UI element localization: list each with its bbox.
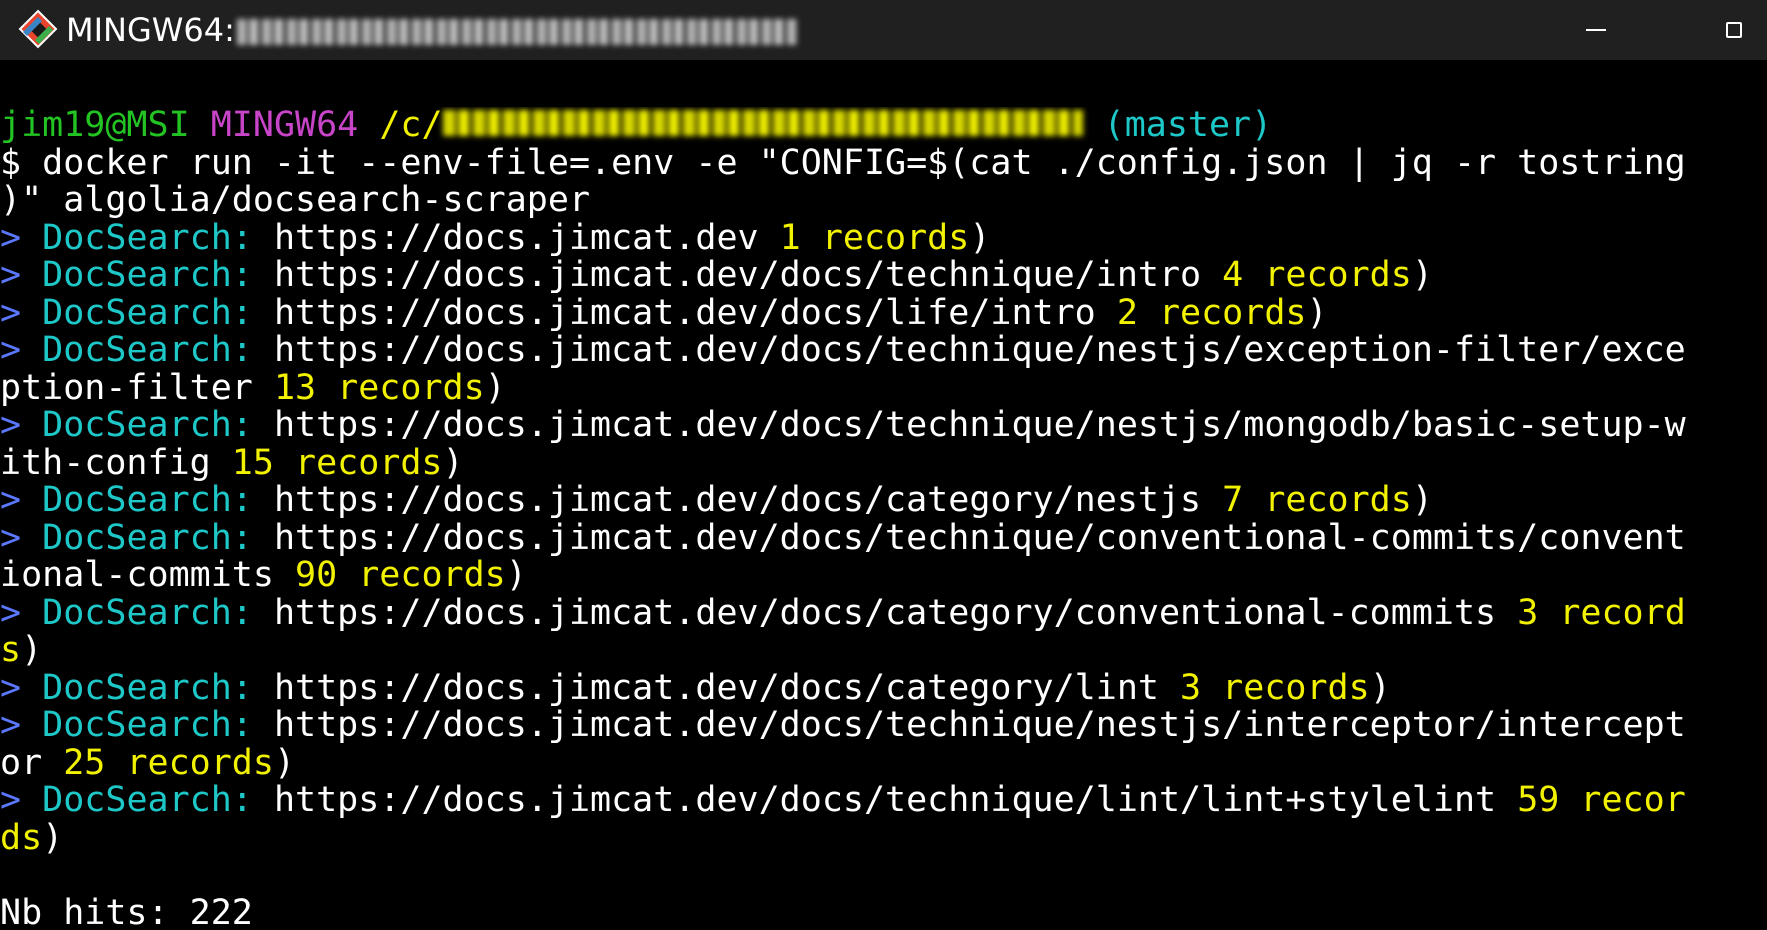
record-count: 59 recor (1496, 782, 1686, 820)
window-title: MINGW64: (66, 0, 797, 60)
close-paren: ) (969, 219, 991, 257)
output-marker: > (0, 407, 22, 445)
command-line: $ docker run -it --env-file=.env -e "CON… (0, 144, 1686, 182)
title-bar[interactable]: MINGW64: (0, 0, 1767, 60)
prompt-line: jim19@MSI MINGW64 /c/ (master) (0, 107, 1767, 145)
record-count: 3 records (1158, 669, 1370, 707)
output-line-wrap: or 25 records) (0, 745, 1767, 783)
output-line-wrap: ional-commits 90 records) (0, 557, 1767, 595)
output-marker: > (0, 257, 22, 295)
close-paren: ) (484, 369, 506, 407)
terminal-window: MINGW64: jim19@MSI MINGW64 /c/ (master) … (0, 0, 1767, 930)
prompt-branch: (master) (1103, 107, 1273, 145)
record-count: 2 records (1095, 294, 1307, 332)
output-marker: > (0, 482, 22, 520)
docsearch-label: DocSearch: (42, 294, 253, 332)
crawled-url: https://docs.jimcat.dev/docs/technique/n… (252, 707, 1686, 745)
crawled-url: https://docs.jimcat.dev (252, 219, 759, 257)
crawled-url: https://docs.jimcat.dev/docs/technique/n… (252, 332, 1686, 370)
output-marker: > (0, 519, 22, 557)
docsearch-label: DocSearch: (42, 782, 253, 820)
crawled-url: https://docs.jimcat.dev/docs/technique/l… (252, 782, 1497, 820)
output-line: > DocSearch: https://docs.jimcat.dev/doc… (0, 257, 1767, 295)
prompt-path: /c/ (379, 107, 443, 145)
crawled-url-continued: ith-config (0, 444, 211, 482)
record-count: 3 record (1496, 594, 1686, 632)
output-marker: > (0, 294, 22, 332)
output-line: > DocSearch: https://docs.jimcat.dev/doc… (0, 707, 1767, 745)
output-line-wrap: ds) (0, 820, 1767, 858)
record-count: 13 records (252, 369, 485, 407)
summary-line: Nb hits: 222 (0, 894, 253, 930)
output-marker: > (0, 782, 22, 820)
crawled-url-continued: or (0, 744, 43, 782)
crawled-url: https://docs.jimcat.dev/docs/technique/n… (252, 407, 1686, 445)
output-marker: > (0, 669, 22, 707)
crawled-url-continued: ption-filter (0, 369, 253, 407)
maximize-button[interactable] (1704, 0, 1764, 60)
output-line: > DocSearch: https://docs.jimcat.dev/doc… (0, 407, 1767, 445)
crawled-url: https://docs.jimcat.dev/docs/category/ne… (252, 482, 1202, 520)
record-count-continued: s (0, 632, 22, 670)
crawled-url: https://docs.jimcat.dev/docs/technique/i… (252, 257, 1202, 295)
close-paren: ) (1306, 294, 1328, 332)
output-line: > DocSearch: https://docs.jimcat.dev/doc… (0, 670, 1767, 708)
output-line: > DocSearch: https://docs.jimcat.dev/doc… (0, 295, 1767, 333)
close-paren: ) (1411, 257, 1433, 295)
crawled-url: https://docs.jimcat.dev/docs/technique/c… (252, 519, 1686, 557)
output-line-wrap: ption-filter 13 records) (0, 370, 1767, 408)
redacted-prompt-path (442, 110, 1083, 136)
close-paren: ) (1369, 669, 1391, 707)
crawled-url-continued: ional-commits (0, 557, 274, 595)
maximize-icon (1726, 22, 1742, 38)
close-paren: ) (442, 444, 464, 482)
output-marker: > (0, 332, 22, 370)
close-paren: ) (42, 819, 64, 857)
docsearch-label: DocSearch: (42, 219, 253, 257)
window-title-text: MINGW64: (66, 11, 235, 49)
output-line: > DocSearch: https://docs.jimcat.dev/doc… (0, 520, 1767, 558)
output-line: > DocSearch: https://docs.jimcat.dev/doc… (0, 782, 1767, 820)
minimize-button[interactable] (1566, 0, 1626, 60)
close-paren: ) (273, 744, 296, 782)
git-bash-icon (18, 9, 58, 49)
docsearch-label: DocSearch: (42, 407, 253, 445)
crawled-url: https://docs.jimcat.dev/docs/category/li… (252, 669, 1159, 707)
record-count: 15 records (210, 444, 443, 482)
output-marker: > (0, 594, 22, 632)
close-paren: ) (1411, 482, 1433, 520)
docsearch-label: DocSearch: (42, 669, 253, 707)
record-count-continued: ds (0, 819, 43, 857)
record-count: 25 records (42, 744, 274, 782)
record-count: 7 records (1201, 482, 1412, 520)
output-line-wrap: s) (0, 632, 1767, 670)
docsearch-label: DocSearch: (42, 482, 253, 520)
crawled-url: https://docs.jimcat.dev/docs/category/co… (252, 594, 1497, 632)
minimize-icon (1586, 29, 1606, 31)
docsearch-label: DocSearch: (42, 707, 253, 745)
record-count: 4 records (1201, 257, 1412, 295)
record-count: 1 records (758, 219, 970, 257)
output-line: > DocSearch: https://docs.jimcat.dev/doc… (0, 482, 1767, 520)
redacted-path (236, 19, 797, 45)
output-marker: > (0, 707, 22, 745)
docsearch-label: DocSearch: (42, 519, 253, 557)
docsearch-label: DocSearch: (42, 594, 253, 632)
prompt-system: MINGW64 (210, 107, 359, 145)
terminal-output[interactable]: jim19@MSI MINGW64 /c/ (master) $ docker … (0, 107, 1767, 930)
output-marker: > (0, 219, 22, 257)
docsearch-label: DocSearch: (42, 257, 253, 295)
close-paren: ) (505, 557, 527, 595)
prompt-user: jim19@MSI (0, 107, 190, 145)
output-line: > DocSearch: https://docs.jimcat.dev/doc… (0, 595, 1767, 633)
record-count: 90 records (273, 557, 506, 595)
output-line: > DocSearch: https://docs.jimcat.dev/doc… (0, 332, 1767, 370)
docsearch-label: DocSearch: (42, 332, 253, 370)
crawled-url: https://docs.jimcat.dev/docs/life/intro (252, 294, 1096, 332)
command-line-wrap: )" algolia/docsearch-scraper (0, 182, 591, 220)
output-line: > DocSearch: https://docs.jimcat.dev 1 r… (0, 220, 1767, 258)
close-paren: ) (21, 632, 43, 670)
output-line-wrap: ith-config 15 records) (0, 445, 1767, 483)
